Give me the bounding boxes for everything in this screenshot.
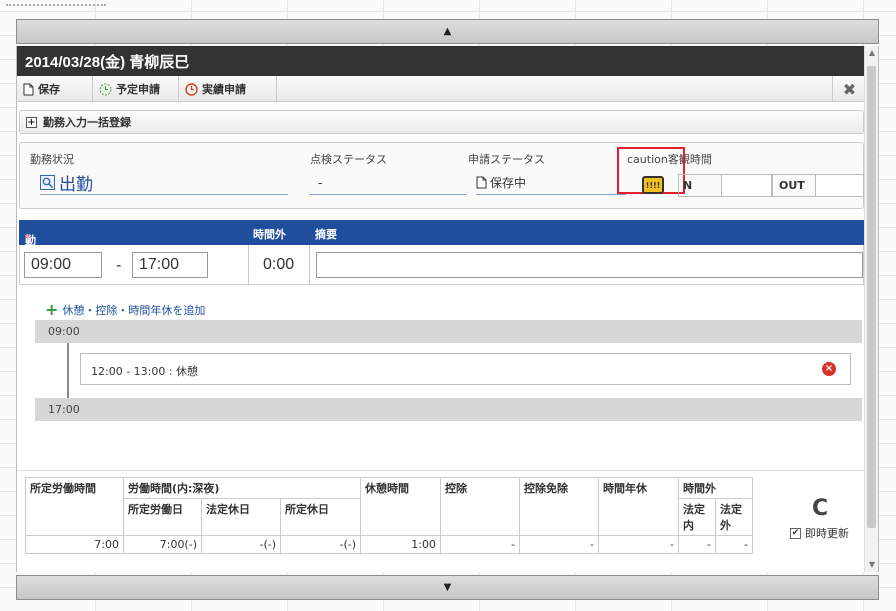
vertical-scrollbar[interactable]: ▲ ▼ xyxy=(864,46,878,572)
down-arrow-icon: ▼ xyxy=(443,582,452,593)
up-arrow-icon: ▲ xyxy=(443,26,452,37)
deduction-header: 控除 xyxy=(440,477,520,536)
actual-request-button[interactable]: 実績申請 xyxy=(179,76,277,102)
required-mark: * xyxy=(25,232,31,245)
close-icon: ✖ xyxy=(842,79,857,99)
summary-input[interactable] xyxy=(316,252,863,278)
overtime-value: 0:00 xyxy=(263,256,295,273)
document-icon xyxy=(23,83,34,95)
work-header: 勤務時間* 時間外 摘要 xyxy=(19,220,864,295)
scheduled-header: 所定労働時間 xyxy=(25,477,124,536)
dashed-clock-icon xyxy=(99,83,112,95)
scheduled-value: 7:00 xyxy=(25,535,124,554)
scroll-up-button[interactable]: ▲ xyxy=(16,19,879,44)
overtime-legal-out-value: - xyxy=(715,535,753,554)
add-plus-icon: + xyxy=(45,300,59,319)
checkbox-checked-icon[interactable]: ✔ xyxy=(790,527,801,539)
caution-icon[interactable]: !!!! xyxy=(642,176,664,194)
request-status-field: 保存中 xyxy=(476,171,626,195)
summary-header: 摘要 xyxy=(315,228,337,241)
caution-icon-text: !!!! xyxy=(645,180,661,190)
status-panel: 勤務状況 出勤 点検ステータス - 申請ステータス 保存中 caution客観時… xyxy=(19,142,864,209)
scroll-up-arrow-icon[interactable]: ▲ xyxy=(865,46,878,60)
check-status-label: 点検ステータス xyxy=(310,153,387,166)
timeline-start: 09:00 xyxy=(35,320,862,343)
actual-request-label: 実績申請 xyxy=(202,83,246,96)
delete-icon[interactable]: × xyxy=(822,362,836,376)
work-divider xyxy=(248,245,249,285)
check-status-value: - xyxy=(318,175,323,190)
dialog-title: 2014/03/28(金) 青柳辰巳 xyxy=(17,46,866,76)
worked-sched-holiday-value: -(-) xyxy=(280,535,361,554)
deduction-exempt-header: 控除免除 xyxy=(519,477,599,536)
worked-sched-holiday-header: 所定休日 xyxy=(280,498,361,536)
worked-sched-day-header: 所定労働日 xyxy=(123,498,202,536)
deduction-value: - xyxy=(440,535,520,554)
plan-request-label: 予定申請 xyxy=(116,83,160,96)
break-header: 休憩時間 xyxy=(360,477,441,536)
time-separator: - xyxy=(116,256,122,274)
break-row[interactable]: 12:00 - 13:00 : 休憩 × xyxy=(80,353,851,385)
scrollbar-thumb[interactable] xyxy=(867,66,876,528)
batch-entry-toggle[interactable]: + 勤務入力一括登録 xyxy=(19,110,864,134)
dialog-toolbar: 保存 予定申請 実績申請 ✖ xyxy=(17,76,866,102)
timeline-end: 17:00 xyxy=(35,398,862,421)
summary-table: 所定労働時間 労働時間(内:深夜) 休憩時間 控除 控除免除 時間年休 時間外 … xyxy=(25,477,753,554)
worked-header: 労働時間(内:深夜) xyxy=(123,477,361,499)
batch-entry-label: 勤務入力一括登録 xyxy=(43,116,131,129)
save-label: 保存 xyxy=(38,83,60,96)
in-label: N xyxy=(683,179,693,192)
work-status-field[interactable]: 出勤 xyxy=(40,171,288,195)
scroll-down-arrow-icon[interactable]: ▼ xyxy=(865,558,878,572)
end-time-input[interactable]: 17:00 xyxy=(132,252,208,278)
overtime-legal-in-value: - xyxy=(678,535,716,554)
clock-icon xyxy=(185,82,198,96)
save-button[interactable]: 保存 xyxy=(17,76,93,102)
work-row: 09:00 - 17:00 0:00 xyxy=(19,245,864,285)
break-text: 12:00 - 13:00 : 休憩 xyxy=(91,365,199,378)
deduction-exempt-value: - xyxy=(519,535,599,554)
request-status-label: 申請ステータス xyxy=(468,153,545,166)
auto-update-label: 即時更新 xyxy=(805,527,849,540)
overtime-header: 時間外 xyxy=(253,228,286,241)
start-time-input[interactable]: 09:00 xyxy=(24,252,102,278)
document-icon xyxy=(476,176,487,189)
in-time-input[interactable] xyxy=(721,175,771,196)
work-divider xyxy=(309,245,310,285)
expand-plus-icon: + xyxy=(26,116,37,128)
close-button[interactable]: ✖ xyxy=(832,76,866,102)
break-value: 1:00 xyxy=(360,535,441,554)
work-status-label: 勤務状況 xyxy=(30,153,74,166)
worked-legal-holiday-value: -(-) xyxy=(201,535,281,554)
hourly-leave-value: - xyxy=(598,535,679,554)
attendance-dialog: 2014/03/28(金) 青柳辰巳 保存 予定申請 実績申請 ✖ + 勤務入力… xyxy=(16,46,879,572)
overtime-legal-in-header: 法定内 xyxy=(678,498,716,536)
refresh-icon[interactable]: C xyxy=(812,496,828,521)
in-time-field[interactable]: N xyxy=(678,174,772,197)
background-ruler xyxy=(6,4,106,8)
overtime-legal-out-header: 法定外 xyxy=(715,498,753,536)
plan-request-button[interactable]: 予定申請 xyxy=(93,76,179,102)
work-status-value: 出勤 xyxy=(59,175,93,195)
check-status-field: - xyxy=(310,171,466,195)
out-time-field[interactable]: OUT xyxy=(772,174,864,197)
add-break-label: 休憩・控除・時間年休を追加 xyxy=(62,304,206,317)
timeline-line xyxy=(67,343,69,398)
request-status-value: 保存中 xyxy=(490,176,527,190)
worked-sched-day-value: 7:00(-) xyxy=(123,535,202,554)
overtime-sum-header: 時間外 xyxy=(678,477,753,499)
auto-update-toggle[interactable]: ✔ 即時更新 xyxy=(790,525,849,541)
summary-divider xyxy=(17,470,866,471)
out-time-input[interactable] xyxy=(815,175,863,196)
hourly-leave-header: 時間年休 xyxy=(598,477,679,536)
add-break-link[interactable]: + 休憩・控除・時間年休を追加 xyxy=(45,302,205,318)
magnifier-icon xyxy=(40,175,55,190)
scroll-down-button[interactable]: ▼ xyxy=(16,575,879,600)
out-label: OUT xyxy=(779,179,805,192)
worked-legal-holiday-header: 法定休日 xyxy=(201,498,281,536)
